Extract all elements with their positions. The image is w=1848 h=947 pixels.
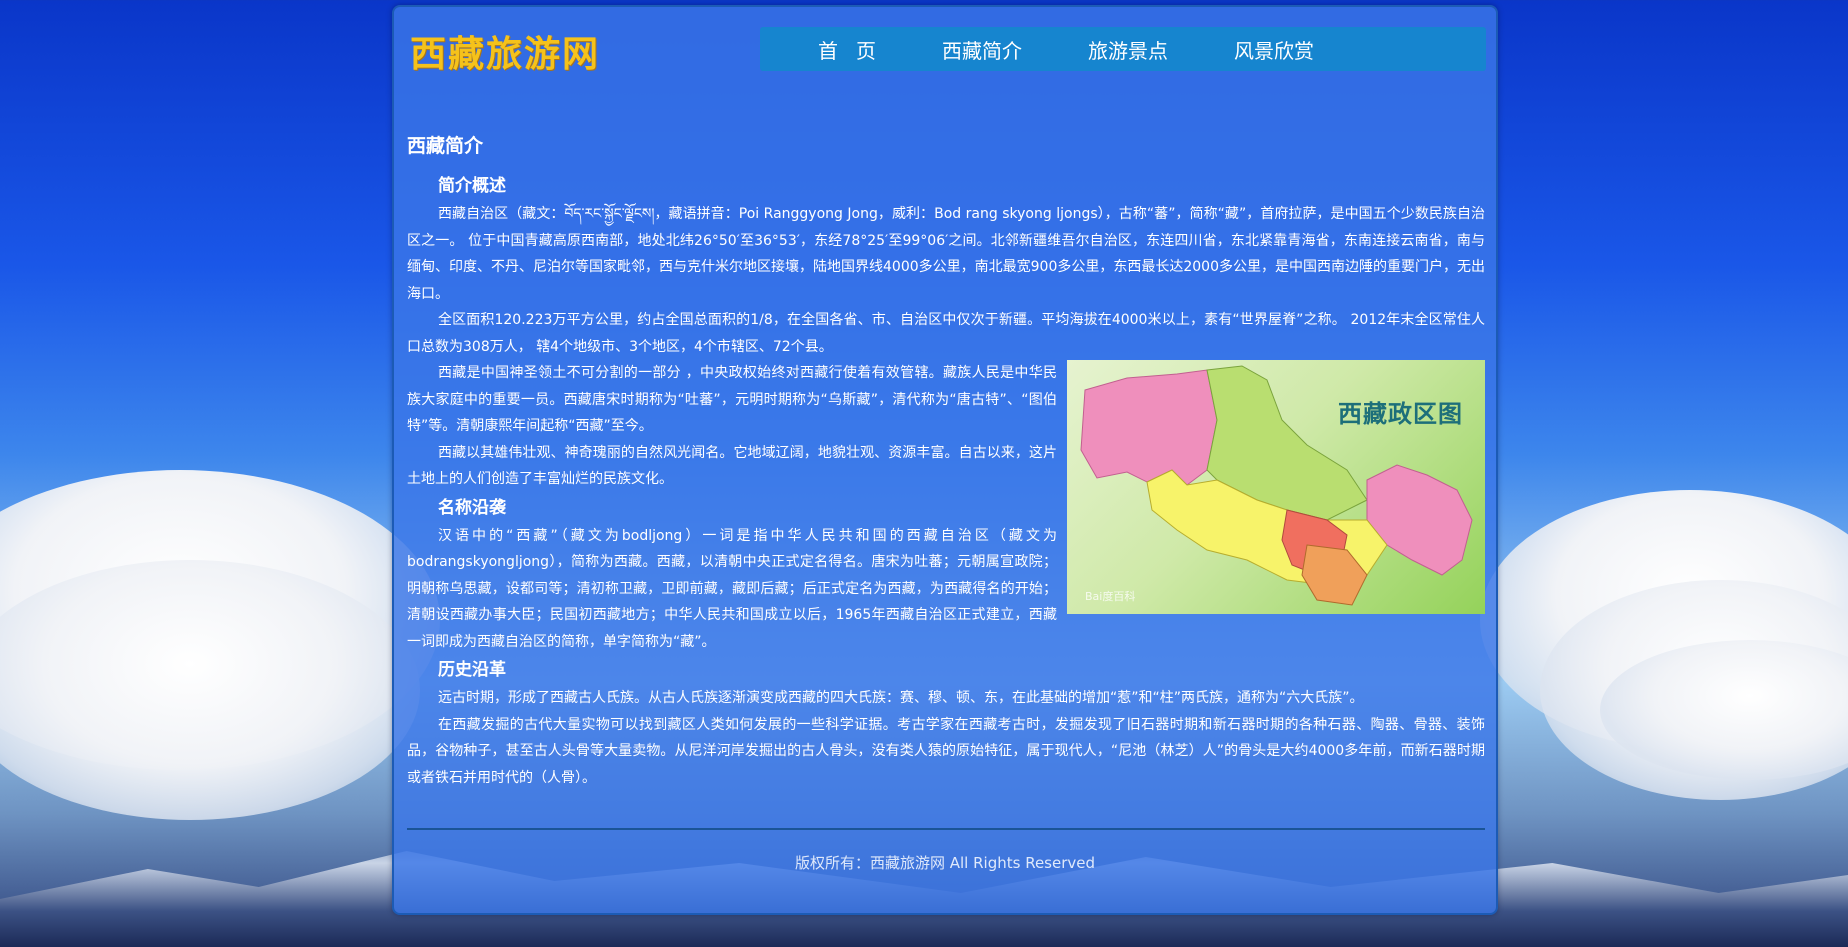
map-region-north-west <box>1080 369 1218 486</box>
map-watermark: Bai度百科 <box>1085 590 1136 603</box>
footer-divider <box>407 828 1485 830</box>
nav-item-home[interactable]: 首页 <box>818 35 894 64</box>
nav-item-scenery[interactable]: 风景欣赏 <box>1234 35 1314 64</box>
nav-item-attractions[interactable]: 旅游景点 <box>1088 35 1168 64</box>
main-nav: 首页 西藏简介 旅游景点 风景欣赏 <box>760 27 1486 71</box>
section-heading: 简介概述 <box>438 176 506 196</box>
tibet-map-image: 西藏政区图 Bai度百科 <box>1067 360 1485 614</box>
map-region-east <box>1366 464 1473 576</box>
footer-copyright: 版权所有：西藏旅游网 All Rights Reserved <box>794 854 1096 872</box>
paragraph: 远古时期，形成了西藏古人氏族。从古人氏族逐渐演变成西藏的四大氏族：赛、穆、顿、东… <box>438 690 1364 706</box>
article: 西藏简介 简介概述 西藏自治区（藏文：བོད་རང་སྐྱོང་ལྗོངས།，藏… <box>407 131 1485 791</box>
site-logo[interactable]: 西藏旅游网 <box>410 25 600 77</box>
paragraph: 全区面积120.223万平方公里，约占全国总面积的1/8，在全国各省、市、自治区… <box>407 312 1485 355</box>
map-title: 西藏政区图 <box>1338 399 1463 428</box>
page-title: 西藏简介 <box>407 135 484 157</box>
main-panel: 西藏旅游网 首页 西藏简介 旅游景点 风景欣赏 西藏简介 简介概述 西藏自治区（… <box>392 5 1498 915</box>
section-heading: 历史沿革 <box>438 660 506 680</box>
nav-item-intro[interactable]: 西藏简介 <box>942 35 1022 64</box>
paragraph: 西藏自治区（藏文：བོད་རང་སྐྱོང་ལྗོངས།，藏语拼音：Poi Ra… <box>407 206 1485 302</box>
paragraph: 在西藏发掘的古代大量实物可以找到藏区人类如何发展的一些科学证据。考古学家在西藏考… <box>407 716 1485 786</box>
